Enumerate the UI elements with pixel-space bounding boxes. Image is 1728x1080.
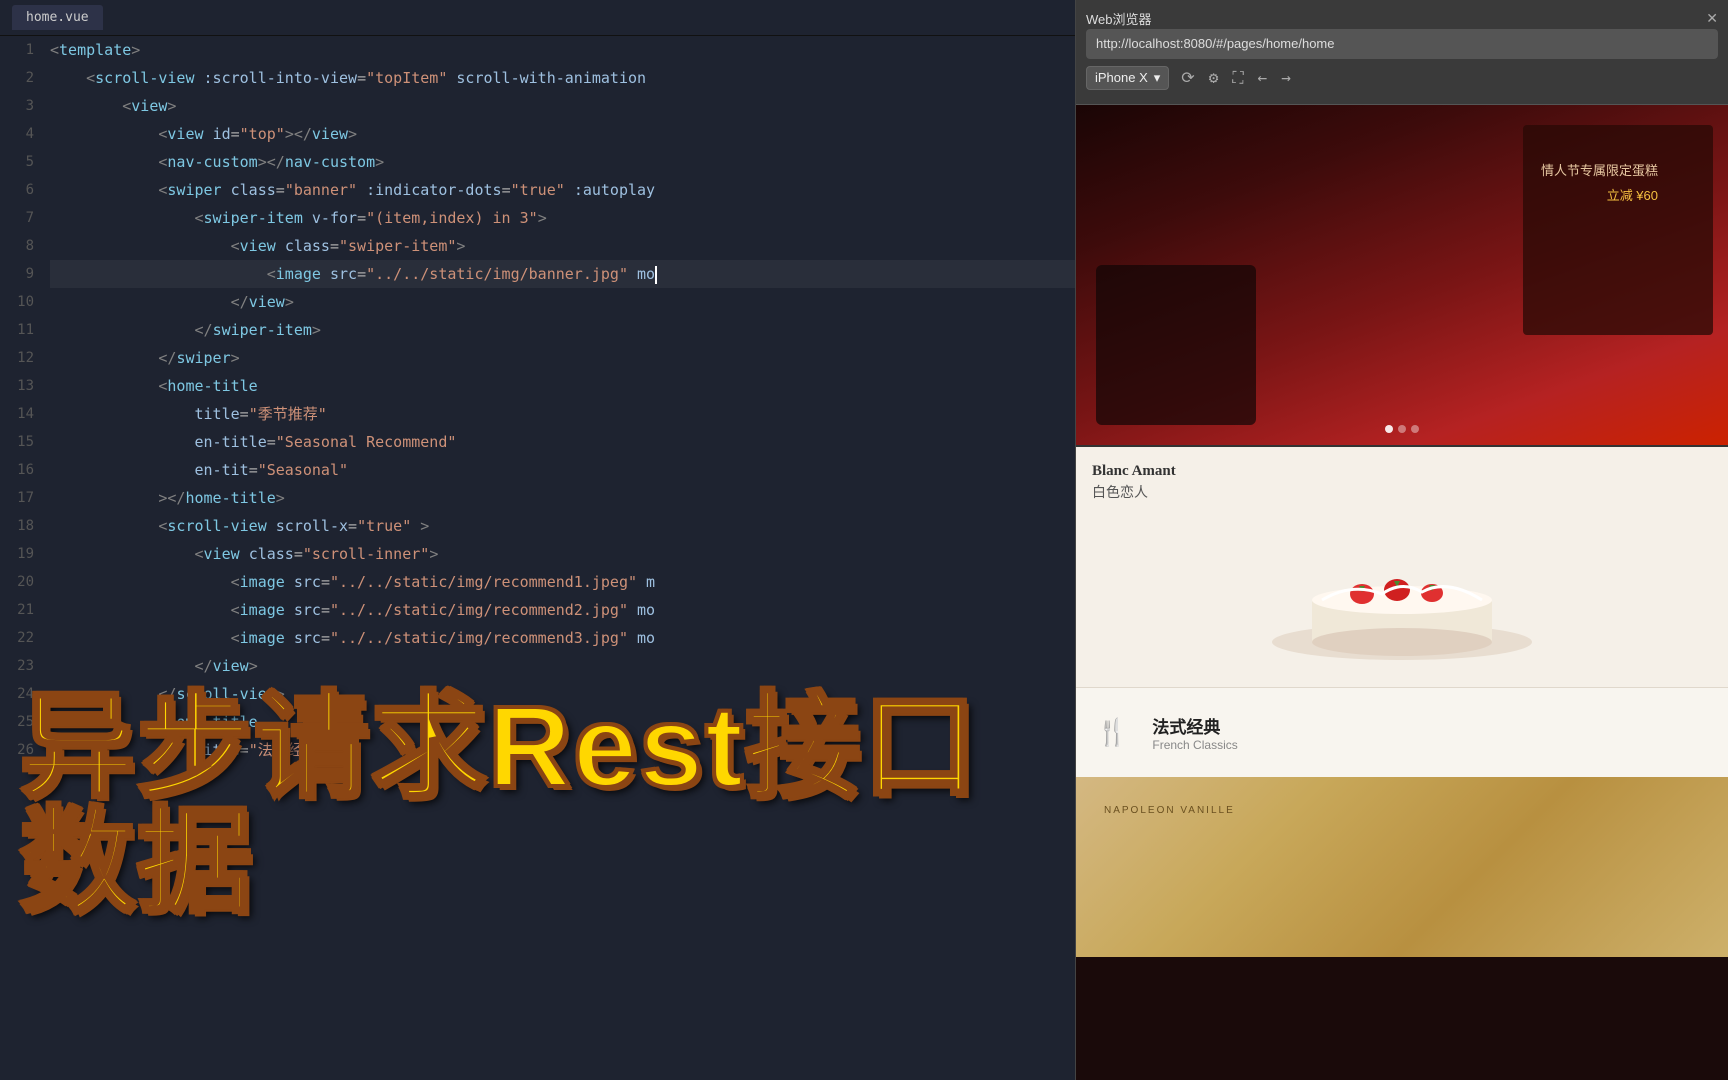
cake-visual-svg: [1252, 522, 1552, 662]
fullscreen-icon[interactable]: ⛶: [1228, 66, 1247, 90]
french-title-cn: 法式经典: [1152, 713, 1237, 738]
code-editor-content: 1 <template> 2 <scroll-view :scroll-into…: [0, 36, 1075, 764]
cake-brand-name: Blanc Amant: [1092, 463, 1712, 480]
main-overlay-title: 异步请求Rest接口数据: [20, 690, 1055, 920]
code-line-22: 22 <image src="../../static/img/recommen…: [0, 624, 1075, 652]
napoleon-content: NAPOLEON VANILLE: [1090, 791, 1249, 830]
banner-dots: [1385, 425, 1419, 433]
code-line-7: 7 <swiper-item v-for="(item,index) in 3"…: [0, 204, 1075, 232]
code-line-2: 2 <scroll-view :scroll-into-view="topIte…: [0, 64, 1075, 92]
cake-section: Blanc Amant 白色恋人: [1076, 447, 1728, 687]
code-line-20: 20 <image src="../../static/img/recommen…: [0, 568, 1075, 596]
code-line-4: 4 <view id="top"></view>: [0, 120, 1075, 148]
editor-panel: home.vue 1 <template> 2 <scroll-view :sc…: [0, 0, 1075, 1080]
code-line-16: 16 en-tit="Seasonal": [0, 456, 1075, 484]
settings-icon[interactable]: ⚙: [1205, 66, 1223, 90]
code-line-5: 5 <nav-custom></nav-custom>: [0, 148, 1075, 176]
rotate-icon[interactable]: ⟳: [1177, 66, 1198, 90]
french-section: 🍴 法式经典 French Classics: [1076, 687, 1728, 777]
preview-content: 情人节专属限定蛋糕 立减 ¥60 Blanc Amant 白色恋人: [1076, 105, 1728, 1080]
cake-image-area: [1092, 512, 1712, 671]
code-line-14: 14 title="季节推荐": [0, 400, 1075, 428]
editor-tab-home-vue[interactable]: home.vue: [12, 5, 103, 30]
nav-back-icon[interactable]: ←: [1254, 66, 1272, 90]
banner-right-deco: [1523, 125, 1713, 335]
code-line-15: 15 en-title="Seasonal Recommend": [0, 428, 1075, 456]
code-line-18: 18 <scroll-view scroll-x="true" >: [0, 512, 1075, 540]
banner-left-deco: [1096, 265, 1256, 425]
dot-1: [1385, 425, 1393, 433]
address-bar[interactable]: http://localhost:8080/#/pages/home/home: [1086, 29, 1718, 59]
code-line-11: 11 </swiper-item>: [0, 316, 1075, 344]
utensils-icon: 🍴: [1096, 718, 1128, 748]
browser-close-button[interactable]: ✕: [1706, 10, 1718, 27]
napoleon-label: NAPOLEON VANILLE: [1104, 805, 1235, 816]
tab-label: home.vue: [26, 10, 89, 25]
nav-forward-icon[interactable]: →: [1277, 66, 1295, 90]
browser-panel: Web浏览器 ✕ http://localhost:8080/#/pages/h…: [1075, 0, 1728, 1080]
device-selector[interactable]: iPhone X ▾: [1086, 66, 1169, 90]
device-icons-group: ⟳ ⚙ ⛶ ← →: [1177, 66, 1295, 90]
code-line-17: 17 ></home-title>: [0, 484, 1075, 512]
code-line-21: 21 <image src="../../static/img/recommen…: [0, 596, 1075, 624]
dot-3: [1411, 425, 1419, 433]
browser-title-bar: Web浏览器 ✕: [1086, 9, 1718, 28]
device-name: iPhone X: [1095, 70, 1148, 85]
browser-toolbar: Web浏览器 ✕ http://localhost:8080/#/pages/h…: [1076, 0, 1728, 105]
device-bar: iPhone X ▾ ⟳ ⚙ ⛶ ← →: [1086, 60, 1718, 96]
french-title-en: French Classics: [1152, 738, 1237, 752]
banner-price: 立减 ¥60: [1541, 185, 1658, 204]
code-line-1: 1 <template>: [0, 36, 1075, 64]
dot-2: [1398, 425, 1406, 433]
editor-tab-bar: home.vue: [0, 0, 1075, 36]
code-line-10: 10 </view>: [0, 288, 1075, 316]
code-line-6: 6 <swiper class="banner" :indicator-dots…: [0, 176, 1075, 204]
url-text: http://localhost:8080/#/pages/home/home: [1096, 36, 1335, 51]
code-line-9: 9 <image src="../../static/img/banner.jp…: [0, 260, 1075, 288]
code-line-8: 8 <view class="swiper-item">: [0, 232, 1075, 260]
french-text-column: 法式经典 French Classics: [1152, 713, 1237, 752]
code-line-19: 19 <view class="scroll-inner">: [0, 540, 1075, 568]
code-line-13: 13 <home-title: [0, 372, 1075, 400]
code-line-23: 23 </view>: [0, 652, 1075, 680]
overlay-title-area: 异步请求Rest接口数据: [0, 690, 1075, 920]
banner-line1: 情人节专属限定蛋糕: [1541, 160, 1658, 179]
banner-promo-text: 情人节专属限定蛋糕 立减 ¥60: [1541, 160, 1658, 204]
browser-title: Web浏览器: [1086, 9, 1152, 28]
chevron-down-icon: ▾: [1154, 70, 1161, 86]
napoleon-section: NAPOLEON VANILLE: [1076, 777, 1728, 957]
cake-name-cn: 白色恋人: [1092, 482, 1712, 502]
code-line-12: 12 </swiper>: [0, 344, 1075, 372]
code-line-3: 3 <view>: [0, 92, 1075, 120]
banner-section: 情人节专属限定蛋糕 立减 ¥60: [1076, 105, 1728, 445]
